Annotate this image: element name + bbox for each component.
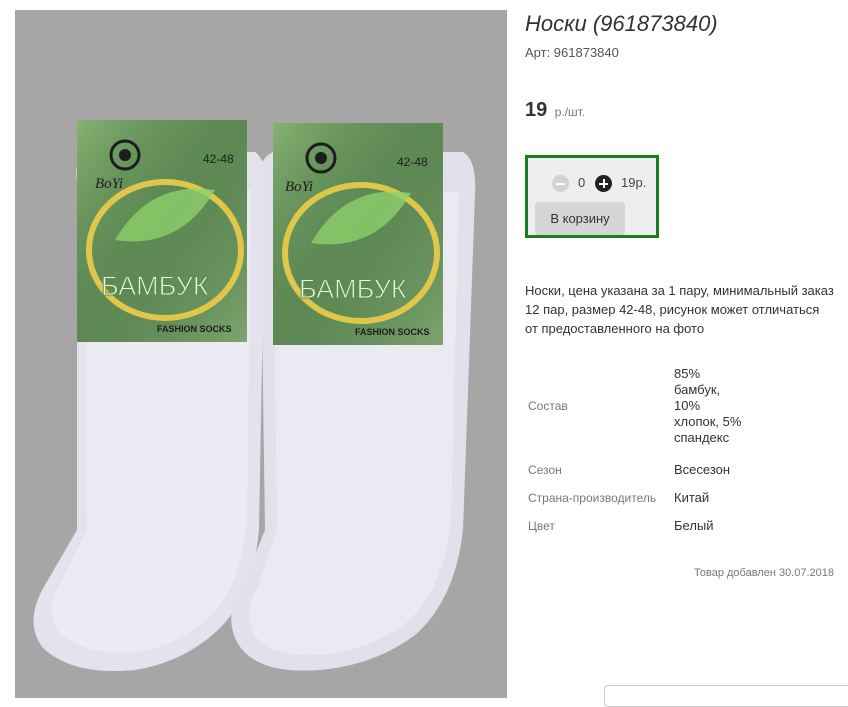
minus-icon[interactable] <box>552 175 569 192</box>
spec-row: Цвет Белый <box>525 512 744 540</box>
quantity-value: 0 <box>578 175 586 190</box>
spec-value: Всесезон <box>674 462 731 477</box>
tagline-text-right: FASHION SOCKS <box>355 327 430 337</box>
spec-row: Состав 85% бамбук, 10% хлопок, 5% спанде… <box>525 356 744 456</box>
spec-value: Китай <box>674 490 710 505</box>
partial-element <box>604 685 848 707</box>
product-photo[interactable]: BoYi 42-48 БАМБУК FASHION SOCKS BoYi 42-… <box>15 10 507 698</box>
add-to-cart-panel: 0 19р. В корзину <box>525 155 659 238</box>
spec-row: Страна-производитель Китай <box>525 484 744 512</box>
tagline-text-left: FASHION SOCKS <box>157 324 232 334</box>
material-text-right: БАМБУК <box>299 274 407 304</box>
brand-text-left: BoYi <box>95 176 123 192</box>
spec-label: Страна-производитель <box>528 491 657 505</box>
size-text-left: 42-48 <box>203 152 234 166</box>
quantity-sum: 19р. <box>621 175 647 190</box>
spec-row: Сезон Всесезон <box>525 456 744 484</box>
price-unit: р./шт. <box>554 105 586 119</box>
spec-value: 85% бамбук, 10% хлопок, 5% спандекс <box>674 366 742 445</box>
product-price: 19 р./шт. <box>525 99 585 122</box>
product-title: Носки (961873840) <box>525 11 718 36</box>
product-sku: Арт: 961873840 <box>525 45 619 60</box>
size-text-right: 42-48 <box>397 155 428 169</box>
spec-label: Состав <box>528 399 568 413</box>
add-to-cart-button[interactable]: В корзину <box>535 202 625 235</box>
price-value: 19 <box>525 99 548 121</box>
product-description: Носки, цена указана за 1 пару, минимальн… <box>525 283 834 336</box>
socks-illustration: BoYi 42-48 БАМБУК FASHION SOCKS BoYi 42-… <box>33 120 476 672</box>
added-date: Товар добавлен 30.07.2018 <box>694 567 835 579</box>
spec-label: Цвет <box>528 519 555 533</box>
plus-icon[interactable] <box>595 175 612 192</box>
spec-label: Сезон <box>528 463 562 477</box>
spec-value: Белый <box>674 518 714 533</box>
brand-text-right: BoYi <box>285 179 313 195</box>
specs-table: Состав 85% бамбук, 10% хлопок, 5% спанде… <box>525 356 744 540</box>
material-text-left: БАМБУК <box>101 271 209 301</box>
